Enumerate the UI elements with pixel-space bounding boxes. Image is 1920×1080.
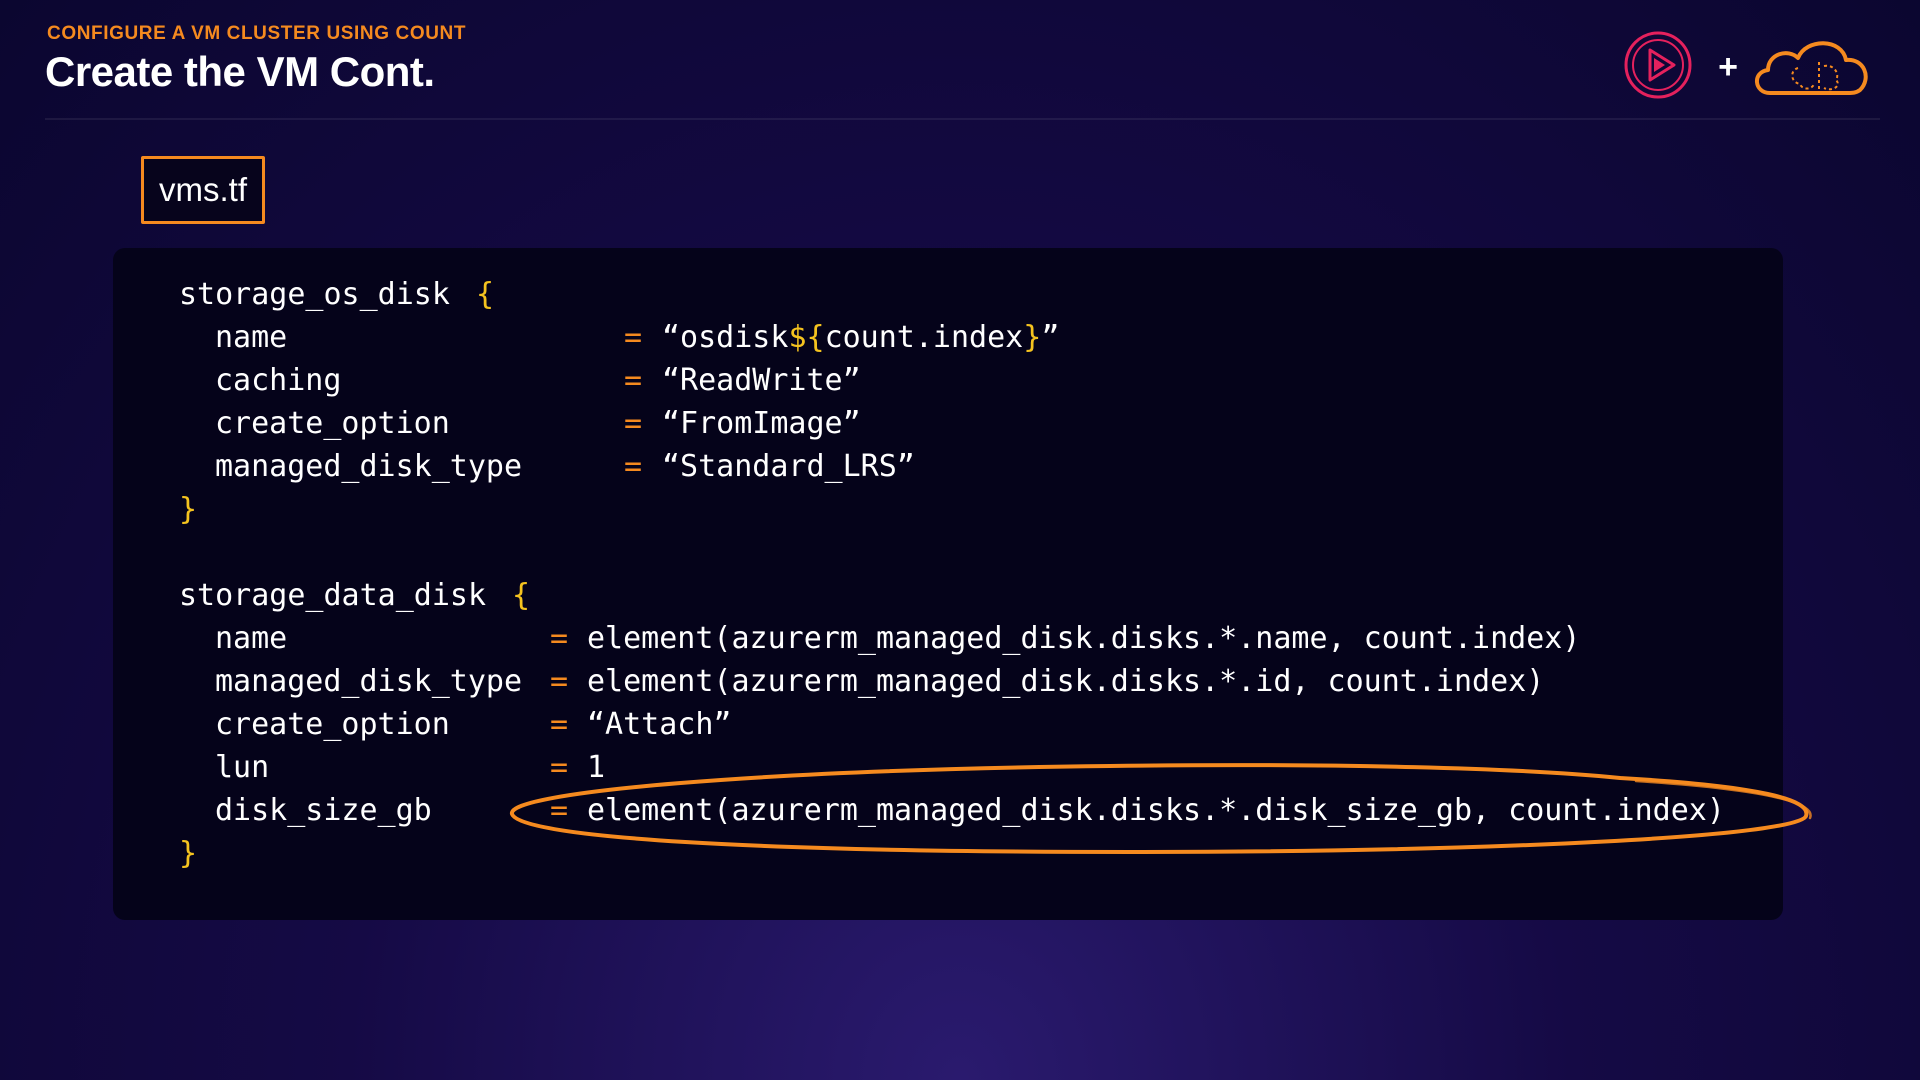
value-part: ” [1041, 320, 1060, 355]
attr-value: “Attach” [587, 707, 732, 742]
attr-key: disk_size_gb [215, 793, 432, 828]
attr-value: “Standard_LRS” [662, 449, 915, 484]
code-line-os-disk-header: storage_os_disk { [113, 273, 494, 316]
attr-key: managed_disk_type [215, 664, 523, 699]
open-brace: { [512, 578, 531, 613]
interp-open: ${ [788, 320, 825, 355]
attr-value: element(azurerm_managed_disk.disks.*.id,… [587, 664, 1545, 699]
code-panel: storage_os_disk { name = “osdisk${count.… [113, 248, 1783, 920]
attr-value: element(azurerm_managed_disk.disks.*.nam… [587, 621, 1581, 656]
code-line-os-name: name = “osdisk${count.index}” [113, 316, 1059, 359]
brand-logos: + [1620, 28, 1882, 108]
slide-title: Create the VM Cont. [45, 48, 435, 95]
logos-svg: + [1624, 31, 1868, 99]
attr-key: name [215, 621, 288, 656]
file-name-tab: vms.tf [141, 156, 265, 224]
header-divider [45, 118, 1880, 120]
code-line-data-disk-header: storage_data_disk { [113, 574, 530, 617]
attr-equals: = [550, 750, 569, 785]
pluralsight-play-logo-icon [1624, 31, 1692, 99]
attr-key: managed_disk_type [215, 449, 523, 484]
open-brace: { [476, 277, 495, 312]
attr-equals: = [550, 664, 569, 699]
code-line-data-disk-close: } [113, 832, 197, 875]
plus-sign: + [1718, 48, 1738, 86]
interp-close: } [1023, 320, 1042, 355]
attr-key: name [215, 320, 288, 355]
attr-value: 1 [587, 750, 606, 785]
attr-value: “FromImage” [662, 406, 861, 441]
close-brace: } [179, 492, 198, 527]
attr-value: “ReadWrite” [662, 363, 861, 398]
attr-value: “osdisk${count.index}” [662, 316, 1059, 359]
attr-equals: = [624, 320, 643, 355]
code-line-data-create-option: create_option = “Attach” [113, 703, 732, 746]
code-line-os-caching: caching = “ReadWrite” [113, 359, 861, 402]
attr-key: create_option [215, 707, 450, 742]
block-name: storage_data_disk [179, 578, 487, 613]
attr-equals: = [624, 363, 643, 398]
code-line-data-disk-size-gb: disk_size_gb = element(azurerm_managed_d… [113, 789, 1725, 832]
attr-equals: = [550, 793, 569, 828]
code-line-os-create-option: create_option = “FromImage” [113, 402, 861, 445]
slide-subtitle: CONFIGURE A VM CLUSTER USING COUNT [47, 23, 467, 44]
attr-value: element(azurerm_managed_disk.disks.*.dis… [587, 793, 1725, 828]
attr-key: create_option [215, 406, 450, 441]
close-brace: } [179, 836, 198, 871]
attr-equals: = [550, 621, 569, 656]
value-part: count.index [824, 320, 1024, 355]
attr-equals: = [624, 406, 643, 441]
attr-key: lun [215, 750, 270, 785]
attr-key: caching [215, 363, 342, 398]
attr-equals: = [550, 707, 569, 742]
attr-equals: = [624, 449, 643, 484]
value-part: “osdisk [662, 320, 789, 355]
cloud-brain-logo-icon [1755, 41, 1868, 95]
code-line-data-lun: lun = 1 [113, 746, 605, 789]
code-line-os-managed-disk-type: managed_disk_type = “Standard_LRS” [113, 445, 915, 488]
block-name: storage_os_disk [179, 277, 450, 312]
code-line-data-managed-disk-type: managed_disk_type = element(azurerm_mana… [113, 660, 1544, 703]
code-line-os-disk-close: } [113, 488, 197, 531]
code-line-data-name: name = element(azurerm_managed_disk.disk… [113, 617, 1580, 660]
